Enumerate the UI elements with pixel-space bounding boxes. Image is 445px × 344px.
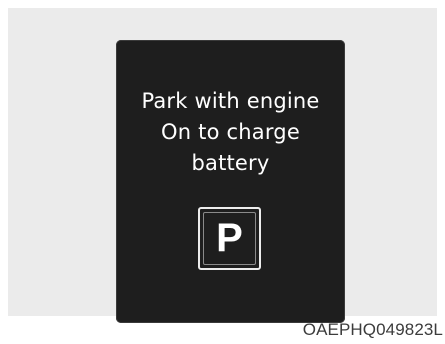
message-line-3: battery bbox=[191, 151, 270, 175]
park-indicator-letter: P bbox=[216, 216, 243, 260]
message-line-2: On to charge bbox=[161, 120, 300, 144]
park-indicator-icon: P bbox=[198, 207, 261, 270]
warning-message: Park with engine On to charge battery bbox=[116, 86, 345, 179]
cluster-display: Park with engine On to charge battery P bbox=[116, 40, 345, 323]
figure-code: OAEPHQ049823L bbox=[302, 320, 443, 339]
figure-background: Park with engine On to charge battery P bbox=[8, 8, 437, 323]
message-line-1: Park with engine bbox=[141, 89, 320, 113]
